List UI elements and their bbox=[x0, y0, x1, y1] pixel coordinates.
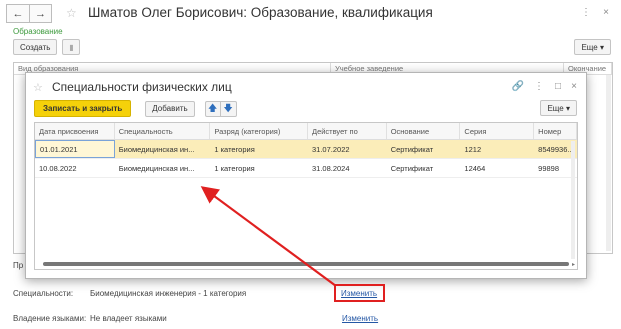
save-and-close-button[interactable]: Записать и закрыть bbox=[34, 100, 132, 117]
column-header-basis[interactable]: Основание bbox=[387, 123, 461, 139]
valid-until-cell[interactable]: 31.08.2024 bbox=[308, 159, 387, 177]
valid-until-cell[interactable]: 31.07.2022 bbox=[308, 140, 387, 158]
column-header-category[interactable]: Разряд (категория) bbox=[210, 123, 308, 139]
horizontal-scrollbar[interactable] bbox=[43, 262, 569, 266]
specialties-dialog: ☆ Специальности физических лиц 🔗 ⋮ □ × З… bbox=[25, 72, 587, 279]
window-title: Шматов Олег Борисович: Образование, квал… bbox=[88, 5, 433, 20]
vertical-scrollbar[interactable] bbox=[571, 141, 575, 259]
arrow-up-icon: 🡅 bbox=[208, 102, 218, 113]
category-cell[interactable]: 1 категория bbox=[210, 159, 308, 177]
navigation-buttons: ← → bbox=[6, 4, 52, 23]
move-down-button[interactable]: 🡇 bbox=[220, 100, 237, 117]
add-button[interactable]: Добавить bbox=[145, 100, 195, 117]
languages-value: Не владеет языками bbox=[90, 314, 167, 323]
forward-button[interactable]: → bbox=[30, 4, 52, 23]
table-row[interactable]: 10.08.2022 Биомедицинская ин... 1 катего… bbox=[35, 159, 577, 178]
chevron-down-icon: ▾ bbox=[565, 103, 570, 113]
move-buttons: 🡅 🡇 bbox=[204, 100, 237, 117]
move-up-button[interactable]: 🡅 bbox=[204, 100, 221, 117]
date-cell[interactable]: 01.01.2021 bbox=[35, 140, 115, 158]
basis-cell[interactable]: Сертификат bbox=[387, 140, 461, 158]
main-toolbar: Создать ▮ bbox=[13, 39, 81, 55]
create-button[interactable]: Создать bbox=[13, 39, 58, 55]
partial-label: Пр bbox=[13, 261, 24, 270]
back-button[interactable]: ← bbox=[6, 4, 30, 23]
close-icon[interactable]: × bbox=[603, 7, 609, 18]
scroll-right-icon[interactable]: ▸ bbox=[572, 261, 575, 268]
arrow-down-icon: 🡇 bbox=[223, 102, 233, 113]
column-header-valid-until[interactable]: Действует по bbox=[308, 123, 387, 139]
series-cell[interactable]: 1212 bbox=[460, 140, 534, 158]
specialty-cell[interactable]: Биомедицинская ин... bbox=[115, 159, 211, 177]
more-options-icon[interactable]: ⋮ bbox=[534, 81, 544, 92]
languages-edit-link[interactable]: Изменить bbox=[342, 314, 378, 323]
arrow-right-icon: → bbox=[35, 7, 46, 20]
copy-icon[interactable]: ▮ bbox=[62, 39, 81, 55]
table-row[interactable]: 01.01.2021 Биомедицинская ин... 1 катего… bbox=[35, 140, 577, 159]
languages-label: Владение языками: bbox=[13, 314, 87, 323]
link-icon[interactable]: 🔗 bbox=[512, 81, 524, 92]
annotation-highlight-box bbox=[334, 284, 385, 302]
dialog-title: Специальности физических лиц bbox=[52, 80, 232, 94]
more-label: Еще bbox=[581, 42, 598, 52]
column-header-number[interactable]: Номер bbox=[534, 123, 577, 139]
basis-cell[interactable]: Сертификат bbox=[387, 159, 461, 177]
column-header-specialty[interactable]: Специальность bbox=[115, 123, 211, 139]
specialties-table-header: Дата присвоения Специальность Разряд (ка… bbox=[35, 123, 577, 140]
series-cell[interactable]: 12464 bbox=[460, 159, 534, 177]
favorite-star-icon[interactable]: ☆ bbox=[33, 81, 43, 94]
maximize-icon[interactable]: □ bbox=[555, 81, 561, 92]
date-cell[interactable]: 10.08.2022 bbox=[35, 159, 115, 177]
specialties-value: Биомедицинская инженерия - 1 категория bbox=[90, 289, 247, 298]
more-label: Еще bbox=[547, 103, 564, 113]
dialog-more-button[interactable]: Еще ▾ bbox=[540, 100, 577, 116]
arrow-left-icon: ← bbox=[12, 7, 24, 20]
scrollbar[interactable] bbox=[606, 75, 611, 251]
specialties-label: Специальности: bbox=[13, 289, 74, 298]
category-cell[interactable]: 1 категория bbox=[210, 140, 308, 158]
specialty-cell[interactable]: Биомедицинская ин... bbox=[115, 140, 211, 158]
tab-education[interactable]: Образование bbox=[13, 27, 63, 36]
column-header-date[interactable]: Дата присвоения bbox=[35, 123, 115, 139]
specialties-table: Дата присвоения Специальность Разряд (ка… bbox=[34, 122, 578, 270]
dialog-toolbar: Записать и закрыть Добавить 🡅 🡇 bbox=[34, 100, 237, 117]
more-options-icon[interactable]: ⋮ bbox=[581, 7, 591, 18]
column-header-series[interactable]: Серия bbox=[460, 123, 535, 139]
more-button[interactable]: Еще ▾ bbox=[574, 39, 611, 55]
favorite-star-icon[interactable]: ☆ bbox=[66, 6, 77, 20]
close-icon[interactable]: × bbox=[571, 81, 577, 92]
chevron-down-icon: ▾ bbox=[599, 42, 604, 52]
